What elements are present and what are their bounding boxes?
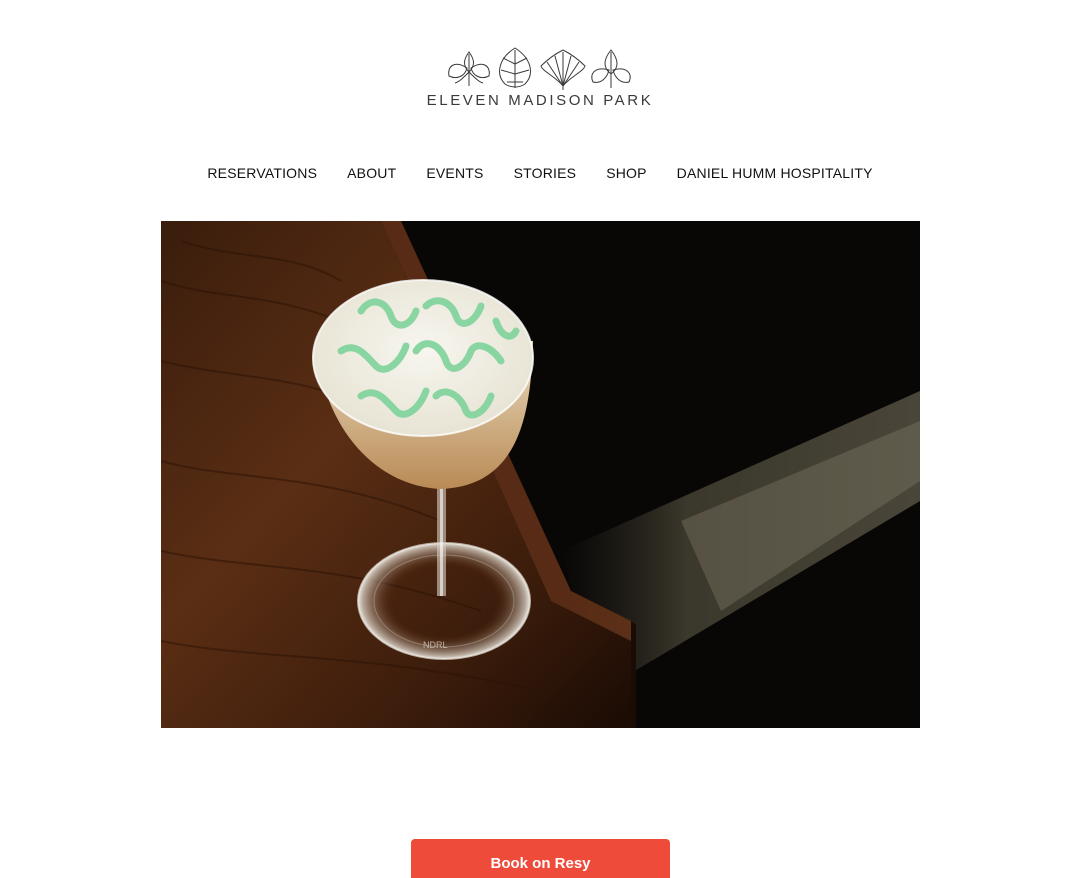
brand-name: ELEVEN MADISON PARK — [426, 92, 654, 109]
main-nav: RESERVATIONS ABOUT EVENTS STORIES SHOP D… — [0, 163, 1080, 183]
nav-item-about[interactable]: ABOUT — [332, 163, 411, 183]
nav-item-events[interactable]: EVENTS — [411, 163, 498, 183]
cocktail-photo: NDRL — [161, 221, 920, 728]
leaf-emblem-icon — [448, 47, 631, 90]
nav-item-shop[interactable]: SHOP — [591, 163, 661, 183]
nav-item-daniel-humm-hospitality[interactable]: DANIEL HUMM HOSPITALITY — [662, 163, 888, 183]
brand-logo[interactable]: ELEVEN MADISON PARK — [0, 46, 1080, 109]
book-on-resy-button[interactable]: Book on Resy — [411, 839, 670, 878]
glass-base-mark: NDRL — [423, 640, 448, 650]
page: ELEVEN MADISON PARK RESERVATIONS ABOUT E… — [0, 0, 1080, 878]
nav-item-stories[interactable]: STORIES — [499, 163, 592, 183]
hero-image: NDRL — [161, 221, 920, 728]
nav-item-reservations[interactable]: RESERVATIONS — [192, 163, 332, 183]
